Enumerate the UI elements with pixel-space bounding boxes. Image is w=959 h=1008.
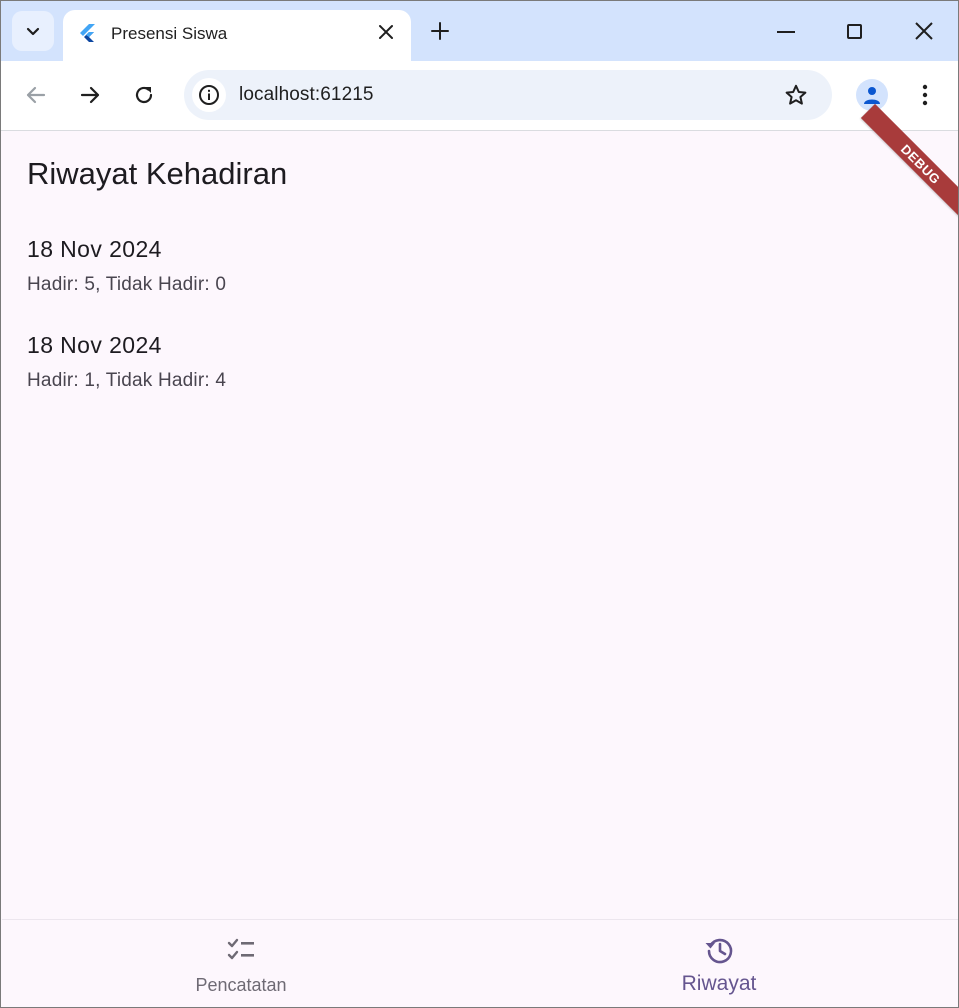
checklist-icon — [227, 938, 254, 960]
browser-tab[interactable]: Presensi Siswa — [63, 10, 411, 61]
nav-label: Pencatatan — [195, 975, 287, 995]
app-page: Riwayat Kehadiran 18 Nov 2024 Hadir: 5, … — [2, 103, 958, 919]
address-bar[interactable]: localhost:61215 — [184, 70, 832, 120]
attendance-history-list: 18 Nov 2024 Hadir: 5, Tidak Hadir: 0 18 … — [27, 236, 927, 428]
arrow-left-icon[interactable] — [24, 83, 48, 107]
bottom-navigation-bar: Pencatatan Riwayat — [2, 919, 958, 1007]
tab-strip: Presensi Siswa — [1, 1, 958, 61]
plus-icon[interactable] — [429, 20, 451, 42]
reload-icon[interactable] — [132, 83, 156, 107]
record-date: 18 Nov 2024 — [27, 332, 162, 358]
list-item[interactable]: 18 Nov 2024 Hadir: 5, Tidak Hadir: 0 — [27, 236, 927, 332]
browser-window: Presensi Siswa localhost:61215 Riwayat K… — [0, 0, 959, 1008]
kebab-icon[interactable] — [913, 83, 937, 107]
close-icon[interactable] — [377, 23, 395, 41]
record-summary: Hadir: 1, Tidak Hadir: 4 — [27, 370, 227, 391]
chevron-down-icon — [26, 27, 40, 36]
page-title: Riwayat Kehadiran — [27, 156, 288, 191]
record-date: 18 Nov 2024 — [27, 236, 162, 262]
nav-item-pencatatan[interactable]: Pencatatan — [2, 920, 480, 1007]
nav-item-riwayat[interactable]: Riwayat — [480, 920, 958, 1007]
nav-label: Riwayat — [681, 972, 757, 995]
maximize-button[interactable] — [847, 24, 862, 39]
site-info-button[interactable] — [192, 78, 226, 112]
url-text: localhost:61215 — [239, 84, 374, 105]
window-close-icon[interactable] — [915, 22, 933, 40]
info-icon — [199, 85, 219, 105]
history-icon — [705, 938, 733, 964]
debug-banner-label: DEBUG — [898, 141, 944, 187]
tab-title: Presensi Siswa — [111, 24, 228, 43]
record-summary: Hadir: 5, Tidak Hadir: 0 — [27, 274, 227, 295]
browser-toolbar: localhost:61215 — [1, 61, 958, 131]
star-icon[interactable] — [784, 83, 808, 107]
person-icon — [864, 87, 880, 104]
arrow-right-icon[interactable] — [78, 83, 102, 107]
list-item[interactable]: 18 Nov 2024 Hadir: 1, Tidak Hadir: 4 — [27, 332, 927, 428]
minimize-button[interactable] — [777, 31, 795, 33]
flutter-icon — [80, 24, 95, 42]
tab-search-button[interactable] — [12, 11, 54, 51]
